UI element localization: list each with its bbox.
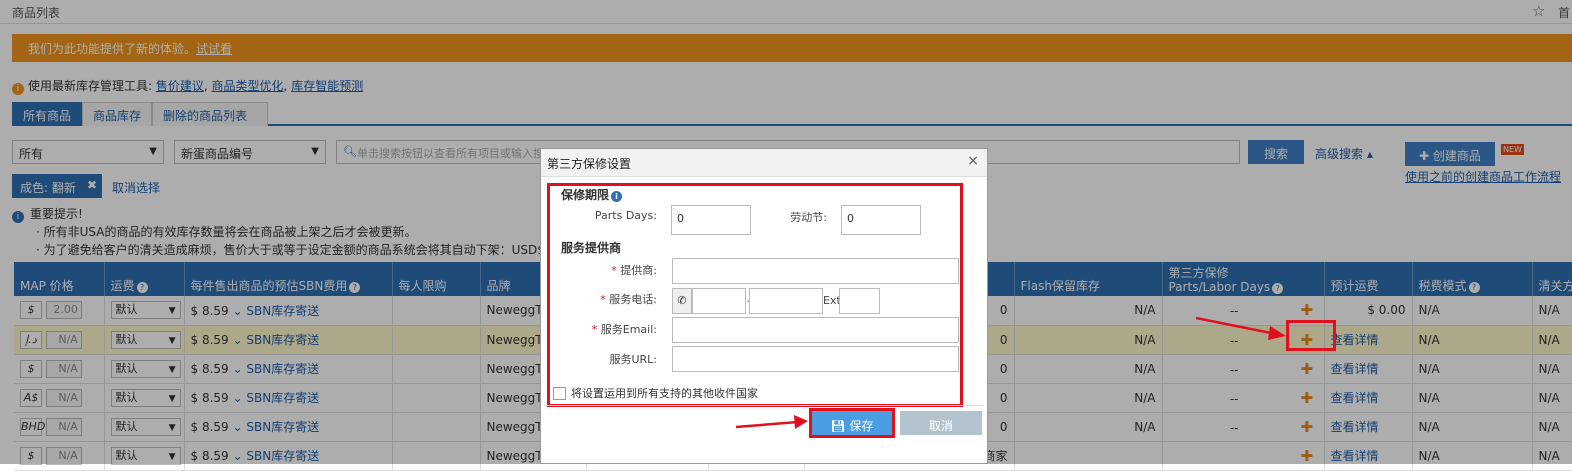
page: 商品列表 ☆ 首 我们为此功能提供了新的体验。 试试看 i使用最新库存管理工具:… bbox=[0, 0, 1572, 464]
arrow-line bbox=[736, 422, 798, 427]
annotation-arrows bbox=[0, 0, 1572, 464]
arrow-head bbox=[1268, 326, 1286, 340]
arrow-line bbox=[1196, 318, 1276, 334]
arrow-head bbox=[794, 415, 808, 429]
